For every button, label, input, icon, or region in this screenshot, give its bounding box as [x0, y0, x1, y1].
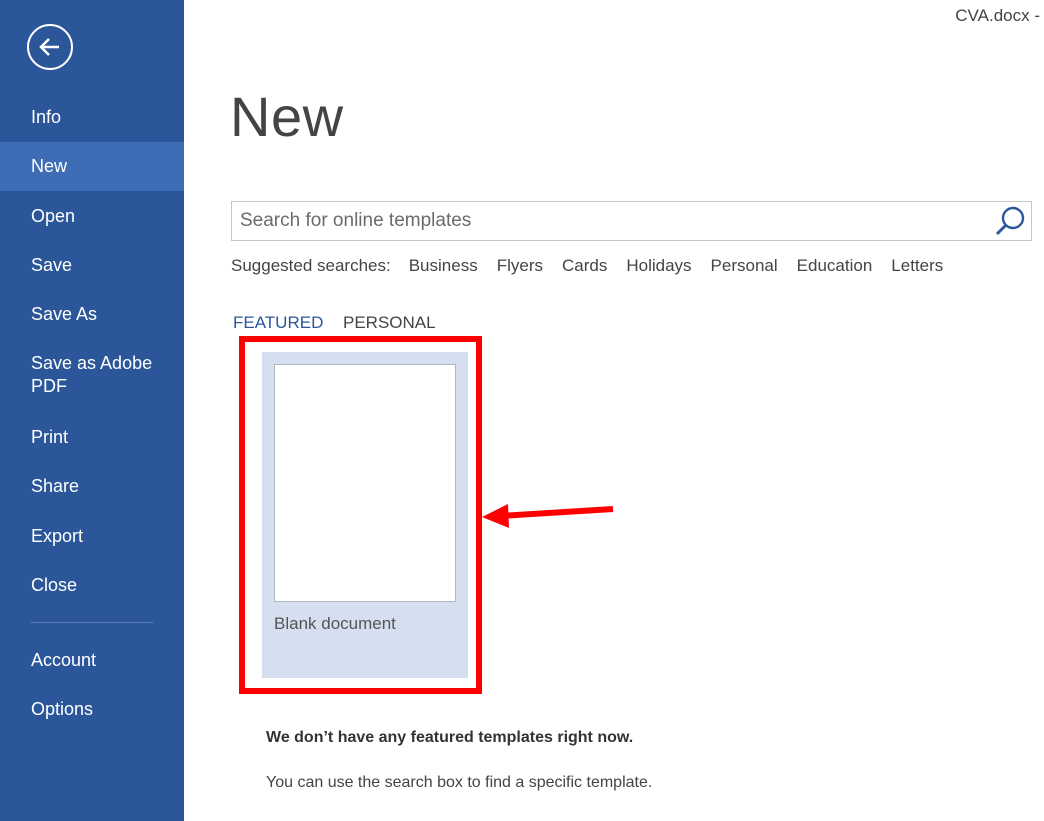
suggested-link-letters[interactable]: Letters — [891, 256, 943, 275]
sidebar-item-share[interactable]: Share — [0, 462, 184, 511]
blank-document-thumbnail — [274, 364, 456, 602]
backstage-sidebar: Info New Open Save Save As Save as Adobe… — [0, 0, 184, 821]
sidebar-item-new[interactable]: New — [0, 142, 184, 191]
sidebar-item-info[interactable]: Info — [0, 93, 184, 142]
sidebar-item-save-as-adobe-pdf[interactable]: Save as Adobe PDF — [0, 349, 184, 403]
sidebar-item-account[interactable]: Account — [0, 636, 184, 685]
sidebar-item-save[interactable]: Save — [0, 241, 184, 290]
search-button[interactable] — [993, 203, 1029, 239]
suggested-link-business[interactable]: Business — [409, 256, 478, 275]
blank-document-template[interactable]: Blank document — [262, 352, 468, 678]
sidebar-item-save-as[interactable]: Save As — [0, 290, 184, 339]
annotation-arrow-icon — [482, 504, 614, 528]
sidebar-item-open[interactable]: Open — [0, 192, 184, 241]
template-search-box — [231, 201, 1032, 241]
sidebar-item-options[interactable]: Options — [0, 685, 184, 734]
no-featured-templates-message: We don’t have any featured templates rig… — [266, 729, 634, 746]
tab-featured[interactable]: FEATURED — [233, 313, 323, 333]
suggested-searches: Suggested searches: Business Flyers Cards Ho… — [231, 256, 962, 276]
window-title: CVA.docx - — [955, 6, 1040, 25]
sidebar-item-close[interactable]: Close — [0, 561, 184, 610]
search-hint-message: You can use the search box to find a spe… — [266, 774, 653, 791]
sidebar-divider — [31, 622, 153, 623]
search-input[interactable] — [240, 202, 980, 240]
suggested-link-education[interactable]: Education — [797, 256, 873, 275]
page-title: New — [230, 85, 344, 148]
suggested-link-personal[interactable]: Personal — [711, 256, 778, 275]
tab-personal[interactable]: PERSONAL — [343, 313, 436, 333]
back-button[interactable] — [27, 24, 73, 70]
suggested-link-holidays[interactable]: Holidays — [626, 256, 691, 275]
template-label: Blank document — [274, 614, 396, 633]
back-arrow-icon — [39, 38, 59, 56]
suggested-link-cards[interactable]: Cards — [562, 256, 607, 275]
suggested-searches-label: Suggested searches: — [231, 256, 391, 275]
sidebar-item-export[interactable]: Export — [0, 512, 184, 561]
suggested-link-flyers[interactable]: Flyers — [497, 256, 543, 275]
sidebar-item-print[interactable]: Print — [0, 413, 184, 462]
search-icon — [995, 206, 1025, 236]
